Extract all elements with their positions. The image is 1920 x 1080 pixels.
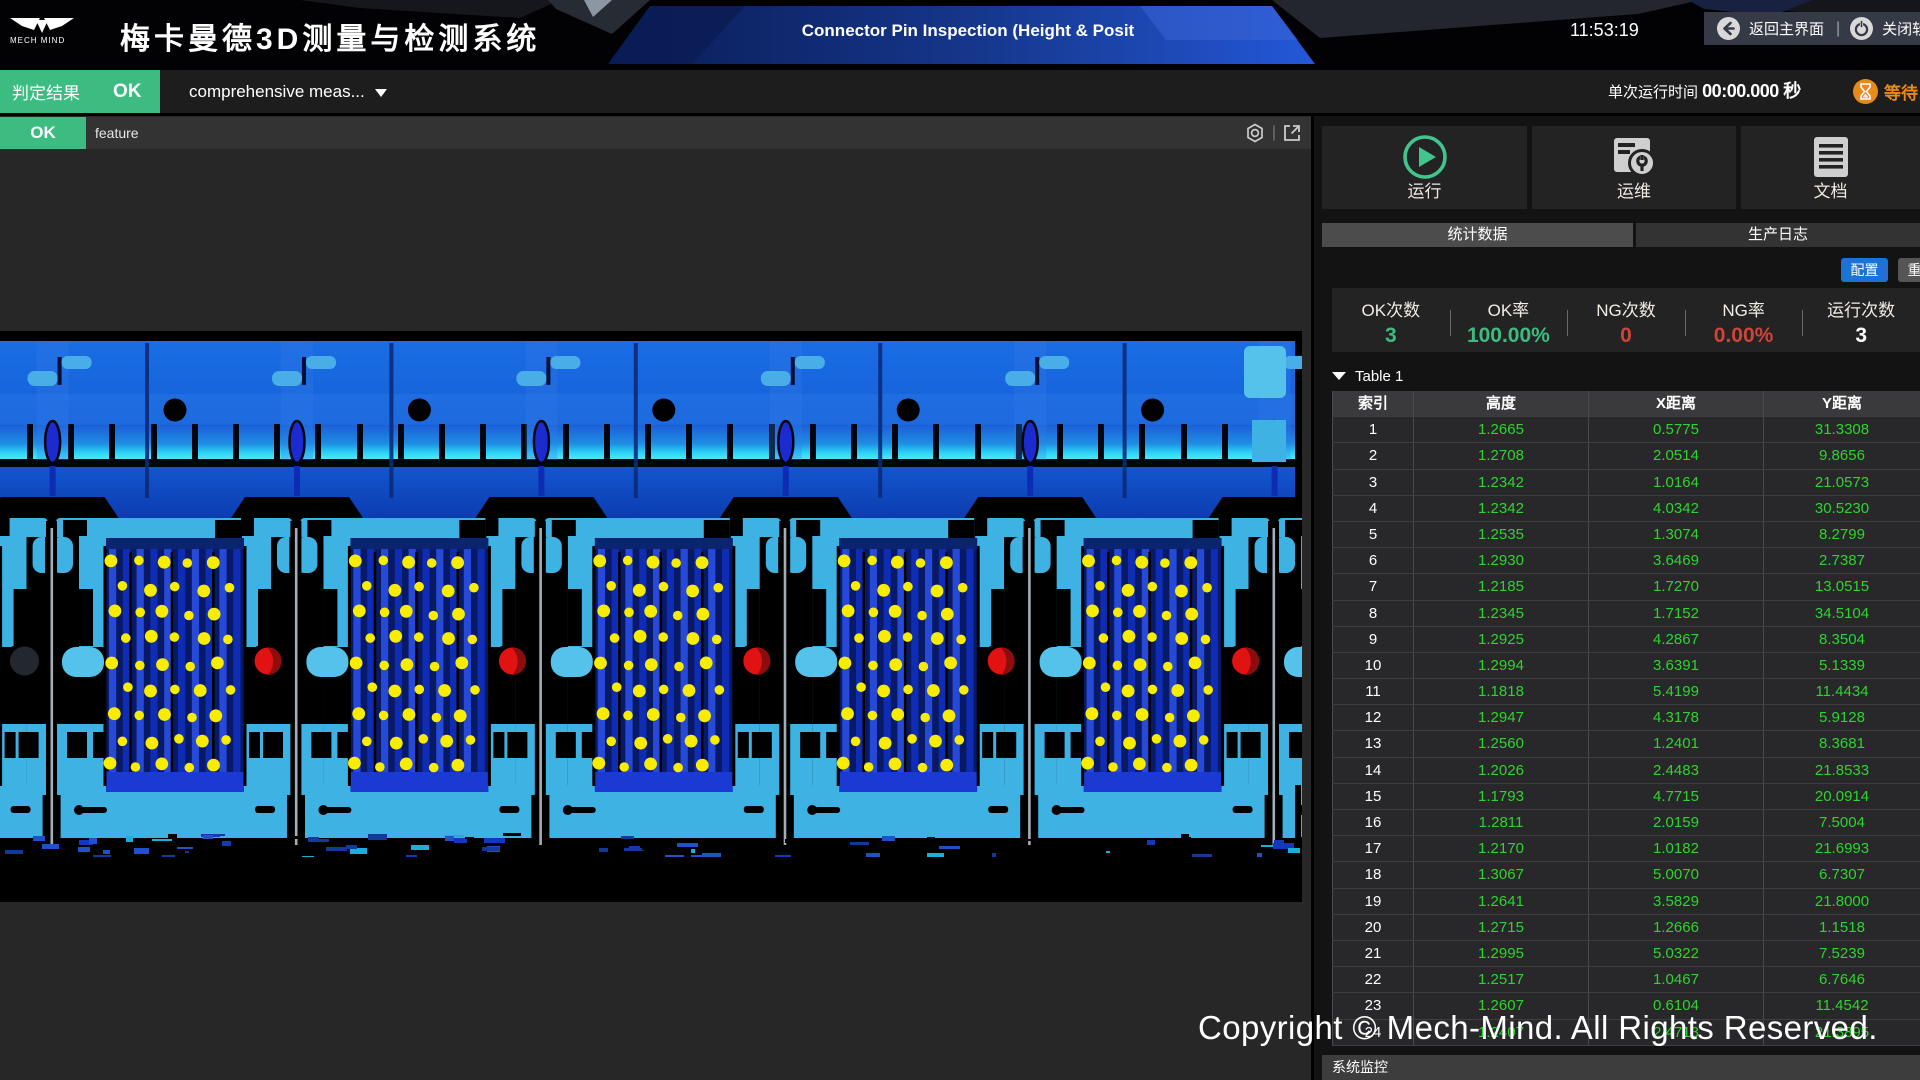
svg-text:MECH MIND: MECH MIND: [10, 36, 65, 45]
